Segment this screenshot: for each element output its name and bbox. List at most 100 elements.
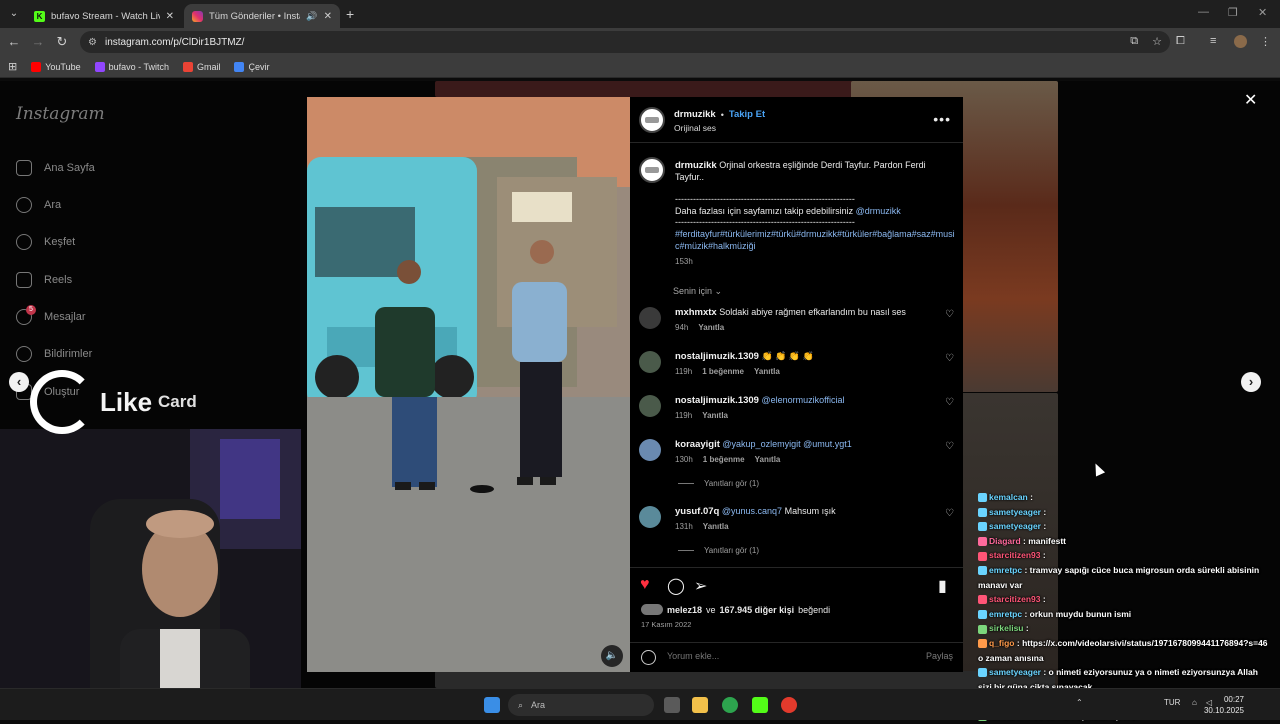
comment-mention-link[interactable]: @yakup_ozlemyigit @umut.ygt1 bbox=[722, 439, 851, 449]
apps-grid-icon[interactable]: ⊞ bbox=[8, 60, 17, 73]
chat-username[interactable]: kemalcan bbox=[989, 492, 1028, 502]
chrome-icon-2[interactable] bbox=[781, 697, 797, 713]
share-send-icon[interactable]: ➢ bbox=[694, 576, 707, 596]
like-comment-icon[interactable]: ♡ bbox=[945, 441, 954, 452]
reply-button[interactable]: Yanıtla bbox=[698, 323, 724, 332]
speaker-icon[interactable]: 🔊 bbox=[306, 11, 317, 22]
bookmark-star-icon[interactable]: ☆ bbox=[1152, 35, 1162, 48]
liker-username[interactable]: melez18 bbox=[667, 605, 702, 615]
extensions-icon[interactable]: ⧠ bbox=[1176, 35, 1185, 48]
save-bookmark-icon[interactable]: ▮ bbox=[938, 576, 947, 596]
reply-button[interactable]: Yanıtla bbox=[702, 411, 728, 420]
obs-app-icon[interactable] bbox=[752, 697, 768, 713]
commenter-avatar[interactable] bbox=[639, 351, 661, 373]
bookmark-youtube[interactable]: YouTube bbox=[31, 61, 81, 72]
nav-reels[interactable]: Reels bbox=[16, 272, 72, 288]
browser-menu-icon[interactable]: ⋮ bbox=[1260, 35, 1271, 48]
forward-icon[interactable]: → bbox=[30, 34, 46, 49]
caption-hashtags[interactable]: #ferditayfur#türkülerimiz#türkü#drmuzikk… bbox=[675, 229, 955, 252]
site-info-icon[interactable]: ⚙ bbox=[88, 37, 97, 48]
comment-username[interactable]: nostaljimuzik.1309 bbox=[675, 395, 759, 406]
bookmark-gmail[interactable]: Gmail bbox=[182, 61, 220, 72]
commenter-avatar[interactable] bbox=[639, 307, 661, 329]
comment-username[interactable]: yusuf.07q bbox=[675, 506, 719, 517]
nav-search[interactable]: Ara bbox=[16, 197, 61, 213]
comment-sort-dropdown[interactable]: Senin için ⌄ bbox=[673, 286, 722, 297]
instagram-logo[interactable]: Instagram bbox=[16, 104, 105, 124]
media-control-icon[interactable]: ≡ bbox=[1210, 35, 1216, 47]
chrome-icon[interactable] bbox=[722, 697, 738, 713]
commenter-avatar[interactable] bbox=[639, 506, 661, 528]
like-comment-icon[interactable]: ♡ bbox=[945, 309, 954, 320]
tab-search-button[interactable]: ⌄ bbox=[6, 6, 22, 22]
tab-instagram[interactable]: Tüm Gönderiler • Instagram 🔊 ✕ bbox=[184, 4, 340, 28]
bookmark-translate[interactable]: Çevir bbox=[234, 61, 270, 72]
comment-username[interactable]: mxhmxtx bbox=[675, 307, 717, 318]
reply-button[interactable]: Yanıtla bbox=[703, 522, 729, 531]
chat-username[interactable]: emretpc bbox=[989, 565, 1022, 575]
close-modal-icon[interactable]: ✕ bbox=[1244, 90, 1257, 110]
see-replies-button[interactable]: Yanıtları gör (1) bbox=[678, 546, 759, 555]
commenter-avatar[interactable] bbox=[639, 395, 661, 417]
chat-username[interactable]: starcitizen93 bbox=[989, 550, 1041, 560]
likes-summary[interactable]: melez18 ve 167.945 diğer kişi beğendi bbox=[641, 604, 830, 615]
comment-bubble-icon[interactable]: ◯ bbox=[667, 576, 685, 596]
audio-label[interactable]: Orijinal ses bbox=[674, 123, 716, 133]
reload-icon[interactable]: ↻ bbox=[54, 34, 70, 50]
previous-post-button[interactable]: ‹ bbox=[9, 372, 29, 392]
next-post-button[interactable]: › bbox=[1241, 372, 1261, 392]
like-comment-icon[interactable]: ♡ bbox=[945, 508, 954, 519]
follow-button[interactable]: Takip Et bbox=[729, 109, 765, 120]
caption-mention-link[interactable]: @drmuzikk bbox=[856, 206, 901, 216]
chat-username[interactable]: q_figo bbox=[989, 638, 1015, 648]
chat-username[interactable]: sirkelisu bbox=[989, 623, 1024, 633]
likes-count[interactable]: 167.945 diğer kişi bbox=[720, 605, 795, 615]
address-bar[interactable]: ⚙ instagram.com/p/ClDir1BJTMZ/ ⧉ ☆ bbox=[80, 31, 1170, 53]
network-icon[interactable]: ⌂ bbox=[1192, 698, 1197, 707]
chat-username[interactable]: starcitizen93 bbox=[989, 594, 1041, 604]
post-video[interactable] bbox=[307, 97, 630, 672]
start-icon[interactable] bbox=[484, 697, 500, 713]
restore-icon[interactable]: ❐ bbox=[1228, 6, 1238, 19]
mute-toggle-icon[interactable]: 🔈 bbox=[601, 645, 623, 667]
close-tab-icon[interactable]: ✕ bbox=[166, 11, 174, 22]
like-comment-icon[interactable]: ♡ bbox=[945, 397, 954, 408]
chat-username[interactable]: Diagard bbox=[989, 536, 1021, 546]
profile-avatar[interactable] bbox=[1234, 35, 1247, 51]
commenter-avatar[interactable] bbox=[639, 439, 661, 461]
caption-avatar[interactable] bbox=[639, 157, 665, 183]
comment-username[interactable]: koraayigit bbox=[675, 439, 720, 450]
chat-username[interactable]: sametyeager bbox=[989, 521, 1041, 531]
chat-username[interactable]: sametyeager bbox=[989, 667, 1041, 677]
chat-username[interactable]: sametyeager bbox=[989, 507, 1041, 517]
see-replies-button[interactable]: Yanıtları gör (1) bbox=[678, 479, 759, 488]
reply-button[interactable]: Yanıtla bbox=[755, 455, 781, 464]
minimize-icon[interactable]: — bbox=[1198, 6, 1209, 18]
comment-input[interactable] bbox=[667, 651, 907, 661]
system-clock[interactable]: 00:27 30.10.2025 bbox=[1204, 694, 1244, 716]
nav-explore[interactable]: Keşfet bbox=[16, 234, 75, 250]
comment-likes[interactable]: 1 beğenme bbox=[703, 455, 745, 464]
comment-likes[interactable]: 1 beğenme bbox=[702, 367, 744, 376]
task-view-icon[interactable] bbox=[664, 697, 680, 713]
close-tab-icon[interactable]: ✕ bbox=[324, 11, 332, 22]
nav-home[interactable]: Ana Sayfa bbox=[16, 160, 95, 176]
like-heart-icon[interactable]: ♥ bbox=[640, 576, 650, 594]
tray-chevron-icon[interactable]: ⌃ bbox=[1076, 698, 1083, 707]
tab-bufavo-stream[interactable]: K bufavo Stream - Watch Live on ✕ bbox=[26, 4, 182, 28]
bookmark-twitch[interactable]: bufavo - Twitch bbox=[94, 61, 169, 72]
author-avatar[interactable] bbox=[639, 107, 665, 133]
author-username[interactable]: drmuzikk bbox=[674, 109, 716, 120]
comment-mention-link[interactable]: @elenormuzikofficial bbox=[761, 395, 844, 405]
caption-username[interactable]: drmuzikk bbox=[675, 160, 717, 171]
comment-mention-link[interactable]: @yunus.canq7 bbox=[722, 506, 782, 516]
chat-username[interactable]: emretpc bbox=[989, 609, 1022, 619]
window-close-icon[interactable]: ✕ bbox=[1258, 6, 1267, 19]
back-icon[interactable]: ← bbox=[6, 34, 22, 49]
nav-notifications[interactable]: Bildirimler bbox=[16, 346, 92, 362]
taskbar-search[interactable]: ⌕ Ara bbox=[508, 694, 654, 716]
file-explorer-icon[interactable] bbox=[692, 697, 708, 713]
more-options-icon[interactable]: ••• bbox=[933, 111, 951, 127]
new-tab-button[interactable]: + bbox=[346, 6, 354, 22]
install-app-icon[interactable]: ⧉ bbox=[1130, 35, 1138, 48]
